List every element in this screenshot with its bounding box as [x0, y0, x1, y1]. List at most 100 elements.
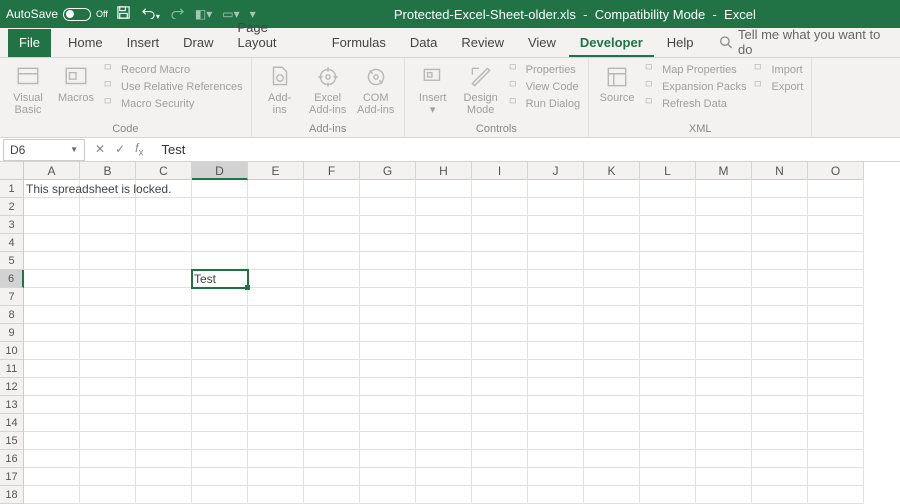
- tab-data[interactable]: Data: [399, 29, 448, 57]
- name-box[interactable]: D6 ▼: [3, 139, 85, 161]
- cell-K4[interactable]: [584, 234, 640, 252]
- cell-H15[interactable]: [416, 432, 472, 450]
- cell-O13[interactable]: [808, 396, 864, 414]
- cell-D2[interactable]: [192, 198, 248, 216]
- cell-B18[interactable]: [80, 486, 136, 504]
- cell-E6[interactable]: [248, 270, 304, 288]
- row-header[interactable]: 3: [0, 216, 24, 234]
- column-header[interactable]: M: [696, 162, 752, 180]
- cell-I6[interactable]: [472, 270, 528, 288]
- cell-O3[interactable]: [808, 216, 864, 234]
- cell-M9[interactable]: [696, 324, 752, 342]
- cell-I5[interactable]: [472, 252, 528, 270]
- cell-J16[interactable]: [528, 450, 584, 468]
- cell-D11[interactable]: [192, 360, 248, 378]
- cell-O12[interactable]: [808, 378, 864, 396]
- addins-button[interactable]: Add-ins: [258, 60, 302, 116]
- source-button[interactable]: Source: [595, 60, 639, 104]
- cell-I7[interactable]: [472, 288, 528, 306]
- cell-C3[interactable]: [136, 216, 192, 234]
- row-header[interactable]: 7: [0, 288, 24, 306]
- cell-H11[interactable]: [416, 360, 472, 378]
- cell-K16[interactable]: [584, 450, 640, 468]
- cell-H2[interactable]: [416, 198, 472, 216]
- tab-file[interactable]: File: [8, 29, 51, 57]
- cell-K5[interactable]: [584, 252, 640, 270]
- cell-O15[interactable]: [808, 432, 864, 450]
- cell-M1[interactable]: [696, 180, 752, 198]
- cell-C6[interactable]: [136, 270, 192, 288]
- cell-L3[interactable]: [640, 216, 696, 234]
- cell-D18[interactable]: [192, 486, 248, 504]
- cell-F18[interactable]: [304, 486, 360, 504]
- undo-icon[interactable]: ▾: [141, 6, 160, 22]
- row-header[interactable]: 4: [0, 234, 24, 252]
- cell-G17[interactable]: [360, 468, 416, 486]
- cell-N13[interactable]: [752, 396, 808, 414]
- cell-E14[interactable]: [248, 414, 304, 432]
- cell-I14[interactable]: [472, 414, 528, 432]
- cell-O2[interactable]: [808, 198, 864, 216]
- cell-C5[interactable]: [136, 252, 192, 270]
- cell-K14[interactable]: [584, 414, 640, 432]
- cell-I16[interactable]: [472, 450, 528, 468]
- redo-icon[interactable]: [170, 6, 185, 22]
- cell-L14[interactable]: [640, 414, 696, 432]
- cell-D17[interactable]: [192, 468, 248, 486]
- column-header[interactable]: L: [640, 162, 696, 180]
- cell-A14[interactable]: [24, 414, 80, 432]
- cell-N12[interactable]: [752, 378, 808, 396]
- cell-G7[interactable]: [360, 288, 416, 306]
- excel-addins-button[interactable]: ExcelAdd-ins: [306, 60, 350, 116]
- cell-M15[interactable]: [696, 432, 752, 450]
- tell-me-search[interactable]: Tell me what you want to do: [719, 27, 892, 57]
- cell-G6[interactable]: [360, 270, 416, 288]
- cell-H8[interactable]: [416, 306, 472, 324]
- cell-E4[interactable]: [248, 234, 304, 252]
- cell-G1[interactable]: [360, 180, 416, 198]
- column-header[interactable]: F: [304, 162, 360, 180]
- cell-M4[interactable]: [696, 234, 752, 252]
- toggle-switch[interactable]: [63, 8, 91, 21]
- cell-C18[interactable]: [136, 486, 192, 504]
- cell-C11[interactable]: [136, 360, 192, 378]
- cell-M7[interactable]: [696, 288, 752, 306]
- tab-draw[interactable]: Draw: [172, 29, 224, 57]
- row-header[interactable]: 6: [0, 270, 24, 288]
- expansion-packs-button[interactable]: Expansion Packs: [643, 79, 748, 94]
- cell-O4[interactable]: [808, 234, 864, 252]
- cell-M2[interactable]: [696, 198, 752, 216]
- cell-J6[interactable]: [528, 270, 584, 288]
- cell-G11[interactable]: [360, 360, 416, 378]
- cell-N1[interactable]: [752, 180, 808, 198]
- column-header[interactable]: D: [192, 162, 248, 180]
- cell-L13[interactable]: [640, 396, 696, 414]
- row-header[interactable]: 10: [0, 342, 24, 360]
- cell-E9[interactable]: [248, 324, 304, 342]
- cell-H7[interactable]: [416, 288, 472, 306]
- column-header[interactable]: E: [248, 162, 304, 180]
- cell-B8[interactable]: [80, 306, 136, 324]
- cell-O17[interactable]: [808, 468, 864, 486]
- cell-C4[interactable]: [136, 234, 192, 252]
- cell-E8[interactable]: [248, 306, 304, 324]
- cell-L1[interactable]: [640, 180, 696, 198]
- cell-H10[interactable]: [416, 342, 472, 360]
- cell-I15[interactable]: [472, 432, 528, 450]
- cell-M16[interactable]: [696, 450, 752, 468]
- cell-K17[interactable]: [584, 468, 640, 486]
- touch-mode-icon[interactable]: ◧▾: [195, 7, 212, 21]
- cell-O14[interactable]: [808, 414, 864, 432]
- cell-H14[interactable]: [416, 414, 472, 432]
- cell-E3[interactable]: [248, 216, 304, 234]
- cell-K1[interactable]: [584, 180, 640, 198]
- cell-M8[interactable]: [696, 306, 752, 324]
- cell-F2[interactable]: [304, 198, 360, 216]
- cell-J18[interactable]: [528, 486, 584, 504]
- cell-K8[interactable]: [584, 306, 640, 324]
- cell-K9[interactable]: [584, 324, 640, 342]
- cell-L10[interactable]: [640, 342, 696, 360]
- cell-G4[interactable]: [360, 234, 416, 252]
- row-header[interactable]: 12: [0, 378, 24, 396]
- cell-A17[interactable]: [24, 468, 80, 486]
